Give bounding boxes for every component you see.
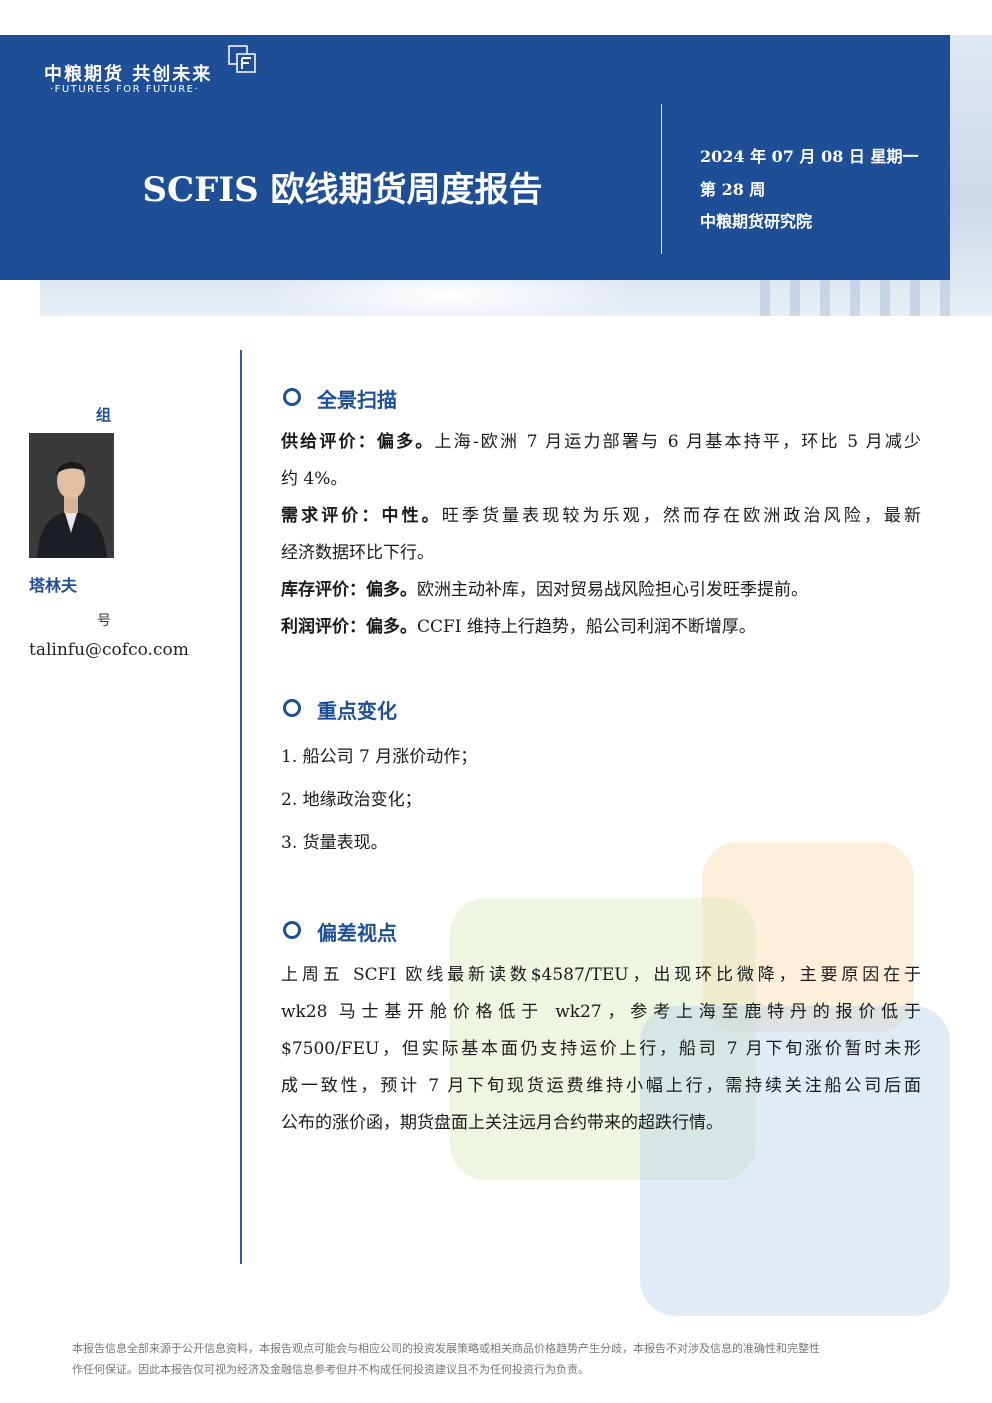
section-title: 全景扫描 — [317, 388, 397, 412]
circle-bullet-icon — [283, 921, 301, 939]
supply-evaluation: 供给评价：偏多。上海-欧洲 7 月运力部署与 6 月基本持平，环比 5 月减少 … — [281, 424, 921, 498]
institute-name: 中粮期货研究院 — [700, 212, 813, 231]
profit-text: CCFI 维持上行趋势，船公司利润不断增厚。 — [417, 617, 756, 637]
report-title: SCFIS 欧线期货周度报告 — [142, 170, 543, 210]
supply-text-1: 上海-欧洲 7 月运力部署与 6 月基本持平，环比 5 月减少 — [434, 432, 922, 452]
logo-text: 中粮期货 共创未来 — [44, 64, 213, 85]
view-line: 公布的涨价函，期货盘面上关注远月合约带来的超跌行情。 — [281, 1113, 723, 1133]
profit-label: 利润评价：偏多。 — [281, 617, 417, 637]
circle-bullet-icon — [283, 388, 301, 406]
list-item: 2. 地缘政治变化； — [281, 790, 422, 810]
logo-icon — [228, 45, 256, 73]
section-title: 重点变化 — [317, 699, 397, 723]
disclaimer-line: 作任何保证。因此本报告仅可视为经济及金融信息参考但并不构成任何投资建议且不为任何… — [72, 1363, 589, 1376]
inventory-text: 欧洲主动补库，因对贸易战风险担心引发旺季提前。 — [417, 580, 808, 600]
list-item: 3. 货量表现。 — [281, 833, 388, 853]
license-label: 号 — [97, 613, 111, 629]
demand-evaluation: 需求评价：中性。旺季货量表现较为乐观，然而存在欧洲政治风险，最新 经济数据环比下… — [281, 498, 921, 572]
demand-text-2: 经济数据环比下行。 — [281, 543, 434, 563]
column-divider — [240, 350, 242, 1264]
list-item: 1. 船公司 7 月涨价动作； — [281, 747, 478, 767]
inventory-evaluation: 库存评价：偏多。欧洲主动补库，因对贸易战风险担心引发旺季提前。 — [281, 572, 921, 609]
view-line: 成一致性，预计 7 月下旬现货运费维持小幅上行，需持续关注船公司后面 — [281, 1076, 921, 1096]
inventory-label: 库存评价：偏多。 — [281, 580, 417, 600]
disclaimer: 本报告信息全部来源于公开信息资料，本报告观点可能会与相应公司的投资发展策略或相关… — [72, 1338, 932, 1380]
view-line: $7500/FEU，但实际基本面仍支持运价上行，船司 7 月下旬涨价暂时未形 — [281, 1039, 921, 1059]
logo-slogan: ·FUTURES FOR FUTURE· — [50, 84, 200, 95]
author-photo — [29, 433, 114, 558]
author-name: 塔林夫 — [29, 576, 78, 595]
author-email[interactable]: talinfu@cofco.com — [29, 640, 189, 660]
report-date: 2024 年 07 月 08 日 星期一 — [700, 147, 919, 166]
view-paragraph: 上周五 SCFI 欧线最新读数$4587/TEU，出现环比微降，主要原因在于 w… — [281, 957, 921, 1142]
supply-label: 供给评价：偏多。 — [281, 432, 435, 452]
report-week: 第 28 周 — [700, 180, 766, 199]
view-line: 上周五 SCFI 欧线最新读数$4587/TEU，出现环比微降，主要原因在于 — [281, 965, 921, 985]
disclaimer-line: 本报告信息全部来源于公开信息资料，本报告观点可能会与相应公司的投资发展策略或相关… — [72, 1342, 820, 1355]
demand-label: 需求评价：中性。 — [281, 506, 442, 526]
demand-text-1: 旺季货量表现较为乐观，然而存在欧洲政治风险，最新 — [441, 506, 922, 526]
header-divider — [661, 104, 662, 254]
profit-evaluation: 利润评价：偏多。CCFI 维持上行趋势，船公司利润不断增厚。 — [281, 609, 921, 646]
supply-text-2: 约 4%。 — [281, 469, 348, 489]
group-label: 组 — [96, 406, 112, 424]
circle-bullet-icon — [283, 699, 301, 717]
section-title: 偏差视点 — [317, 921, 397, 945]
view-line: wk28 马士基开舱价格低于 wk27，参考上海至鹿特丹的报价低于 — [281, 1002, 921, 1022]
